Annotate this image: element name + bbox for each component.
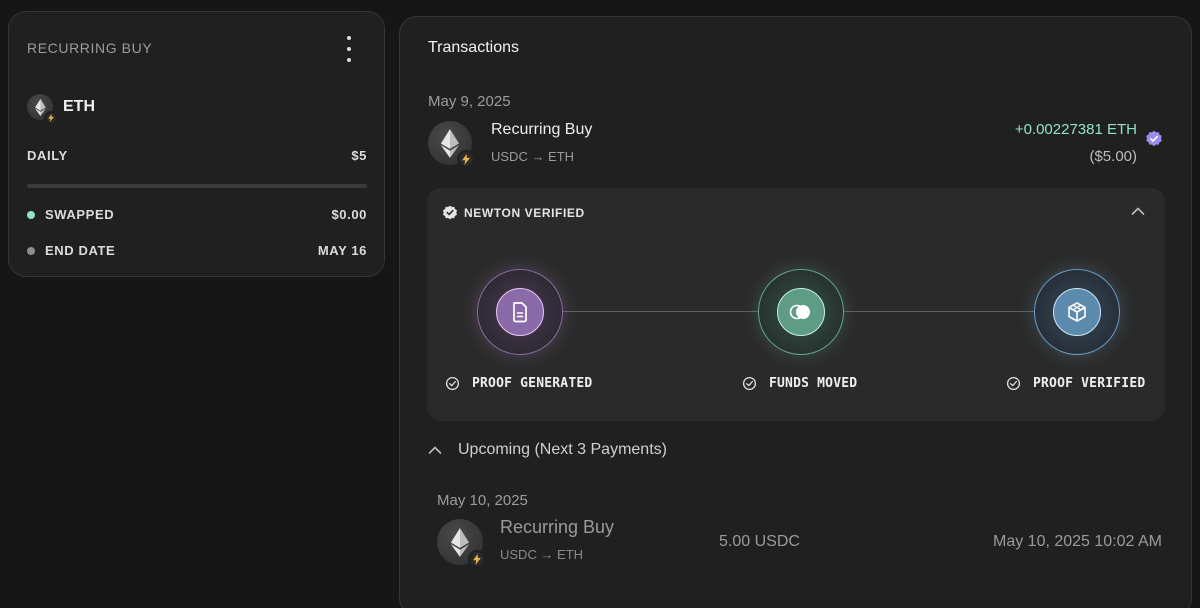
asset-row: ETH	[27, 94, 95, 125]
asset-name: ETH	[63, 98, 95, 115]
upcoming-date: May 10, 2025	[437, 492, 528, 509]
bolt-icon	[457, 150, 475, 168]
step-connector	[842, 311, 1034, 312]
frequency-label: DAILY	[27, 148, 68, 163]
recurring-buy-card: RECURRING BUY ETH DAILY $5 SWAPPED $0.00	[8, 11, 385, 277]
transaction-date: May 9, 2025	[428, 93, 511, 110]
status-dot-gray	[27, 246, 35, 255]
eth-coin-icon	[27, 94, 58, 125]
transfer-icon	[777, 288, 825, 336]
upcoming-toggle[interactable]: Upcoming (Next 3 Payments)	[428, 441, 667, 459]
swapped-row: SWAPPED $0.00	[27, 207, 367, 222]
check-circle-icon	[742, 376, 757, 391]
check-circle-icon	[445, 376, 460, 391]
step-connector	[562, 311, 758, 312]
frequency-amount: $5	[351, 148, 367, 163]
step-label-text: PROOF VERIFIED	[1033, 376, 1146, 391]
chevron-up-icon[interactable]	[1131, 206, 1145, 216]
panel-title: Transactions	[428, 39, 519, 56]
status-dot-green	[27, 210, 35, 219]
transaction-name: Recurring Buy	[491, 121, 593, 138]
step-label-proof-generated: PROOF GENERATED	[445, 376, 592, 391]
end-date-row: END DATE MAY 16	[27, 243, 367, 258]
step-funds-moved	[758, 269, 844, 355]
check-circle-icon	[1006, 376, 1021, 391]
swapped-label: SWAPPED	[45, 207, 115, 222]
cube-icon	[1053, 288, 1101, 336]
newton-verified-panel: NEWTON VERIFIED PROOF GENERATED FUNDS MO…	[427, 188, 1165, 421]
chevron-up-icon	[428, 446, 442, 454]
verified-badge-icon	[1146, 130, 1162, 147]
upcoming-name: Recurring Buy	[500, 517, 615, 537]
document-icon	[496, 288, 544, 336]
step-label-text: FUNDS MOVED	[769, 376, 858, 391]
step-proof-generated	[477, 269, 563, 355]
frequency-row: DAILY $5	[27, 148, 367, 163]
eth-coin-icon	[437, 519, 486, 568]
app-root: RECURRING BUY ETH DAILY $5 SWAPPED $0.00	[0, 0, 1200, 608]
step-proof-verified	[1034, 269, 1120, 355]
upcoming-row[interactable]: Recurring Buy USDC → ETH 5.00 USDC May 1…	[437, 517, 1162, 568]
step-label-proof-verified: PROOF VERIFIED	[1006, 376, 1145, 391]
transaction-amount: +0.00227381 ETH	[1014, 121, 1137, 138]
swap-progress-bar	[27, 184, 367, 188]
transaction-row[interactable]: Recurring Buy USDC → ETH +0.00227381 ETH…	[428, 119, 1163, 169]
upcoming-amount: 5.00 USDC	[719, 533, 800, 550]
transactions-panel: Transactions May 9, 2025 Recurring Buy U…	[399, 16, 1192, 608]
upcoming-pair: USDC → ETH	[500, 547, 584, 562]
upcoming-time: May 10, 2025 10:02 AM	[993, 533, 1162, 550]
swapped-value: $0.00	[331, 207, 367, 222]
step-label-funds-moved: FUNDS MOVED	[742, 376, 857, 391]
bolt-icon	[468, 550, 486, 568]
bolt-icon	[44, 111, 58, 125]
card-title: RECURRING BUY	[27, 40, 153, 56]
upcoming-header-text: Upcoming (Next 3 Payments)	[458, 441, 667, 458]
newton-header: NEWTON VERIFIED	[442, 205, 585, 221]
step-label-text: PROOF GENERATED	[472, 376, 593, 391]
transaction-pair: USDC → ETH	[491, 149, 575, 164]
verified-shield-icon	[443, 205, 457, 220]
end-date-label: END DATE	[45, 243, 116, 258]
more-options-icon[interactable]	[343, 36, 355, 62]
eth-coin-icon	[428, 121, 475, 168]
transaction-fiat: ($5.00)	[1089, 148, 1137, 165]
newton-label: NEWTON VERIFIED	[464, 206, 585, 220]
end-date-value: MAY 16	[317, 243, 367, 258]
